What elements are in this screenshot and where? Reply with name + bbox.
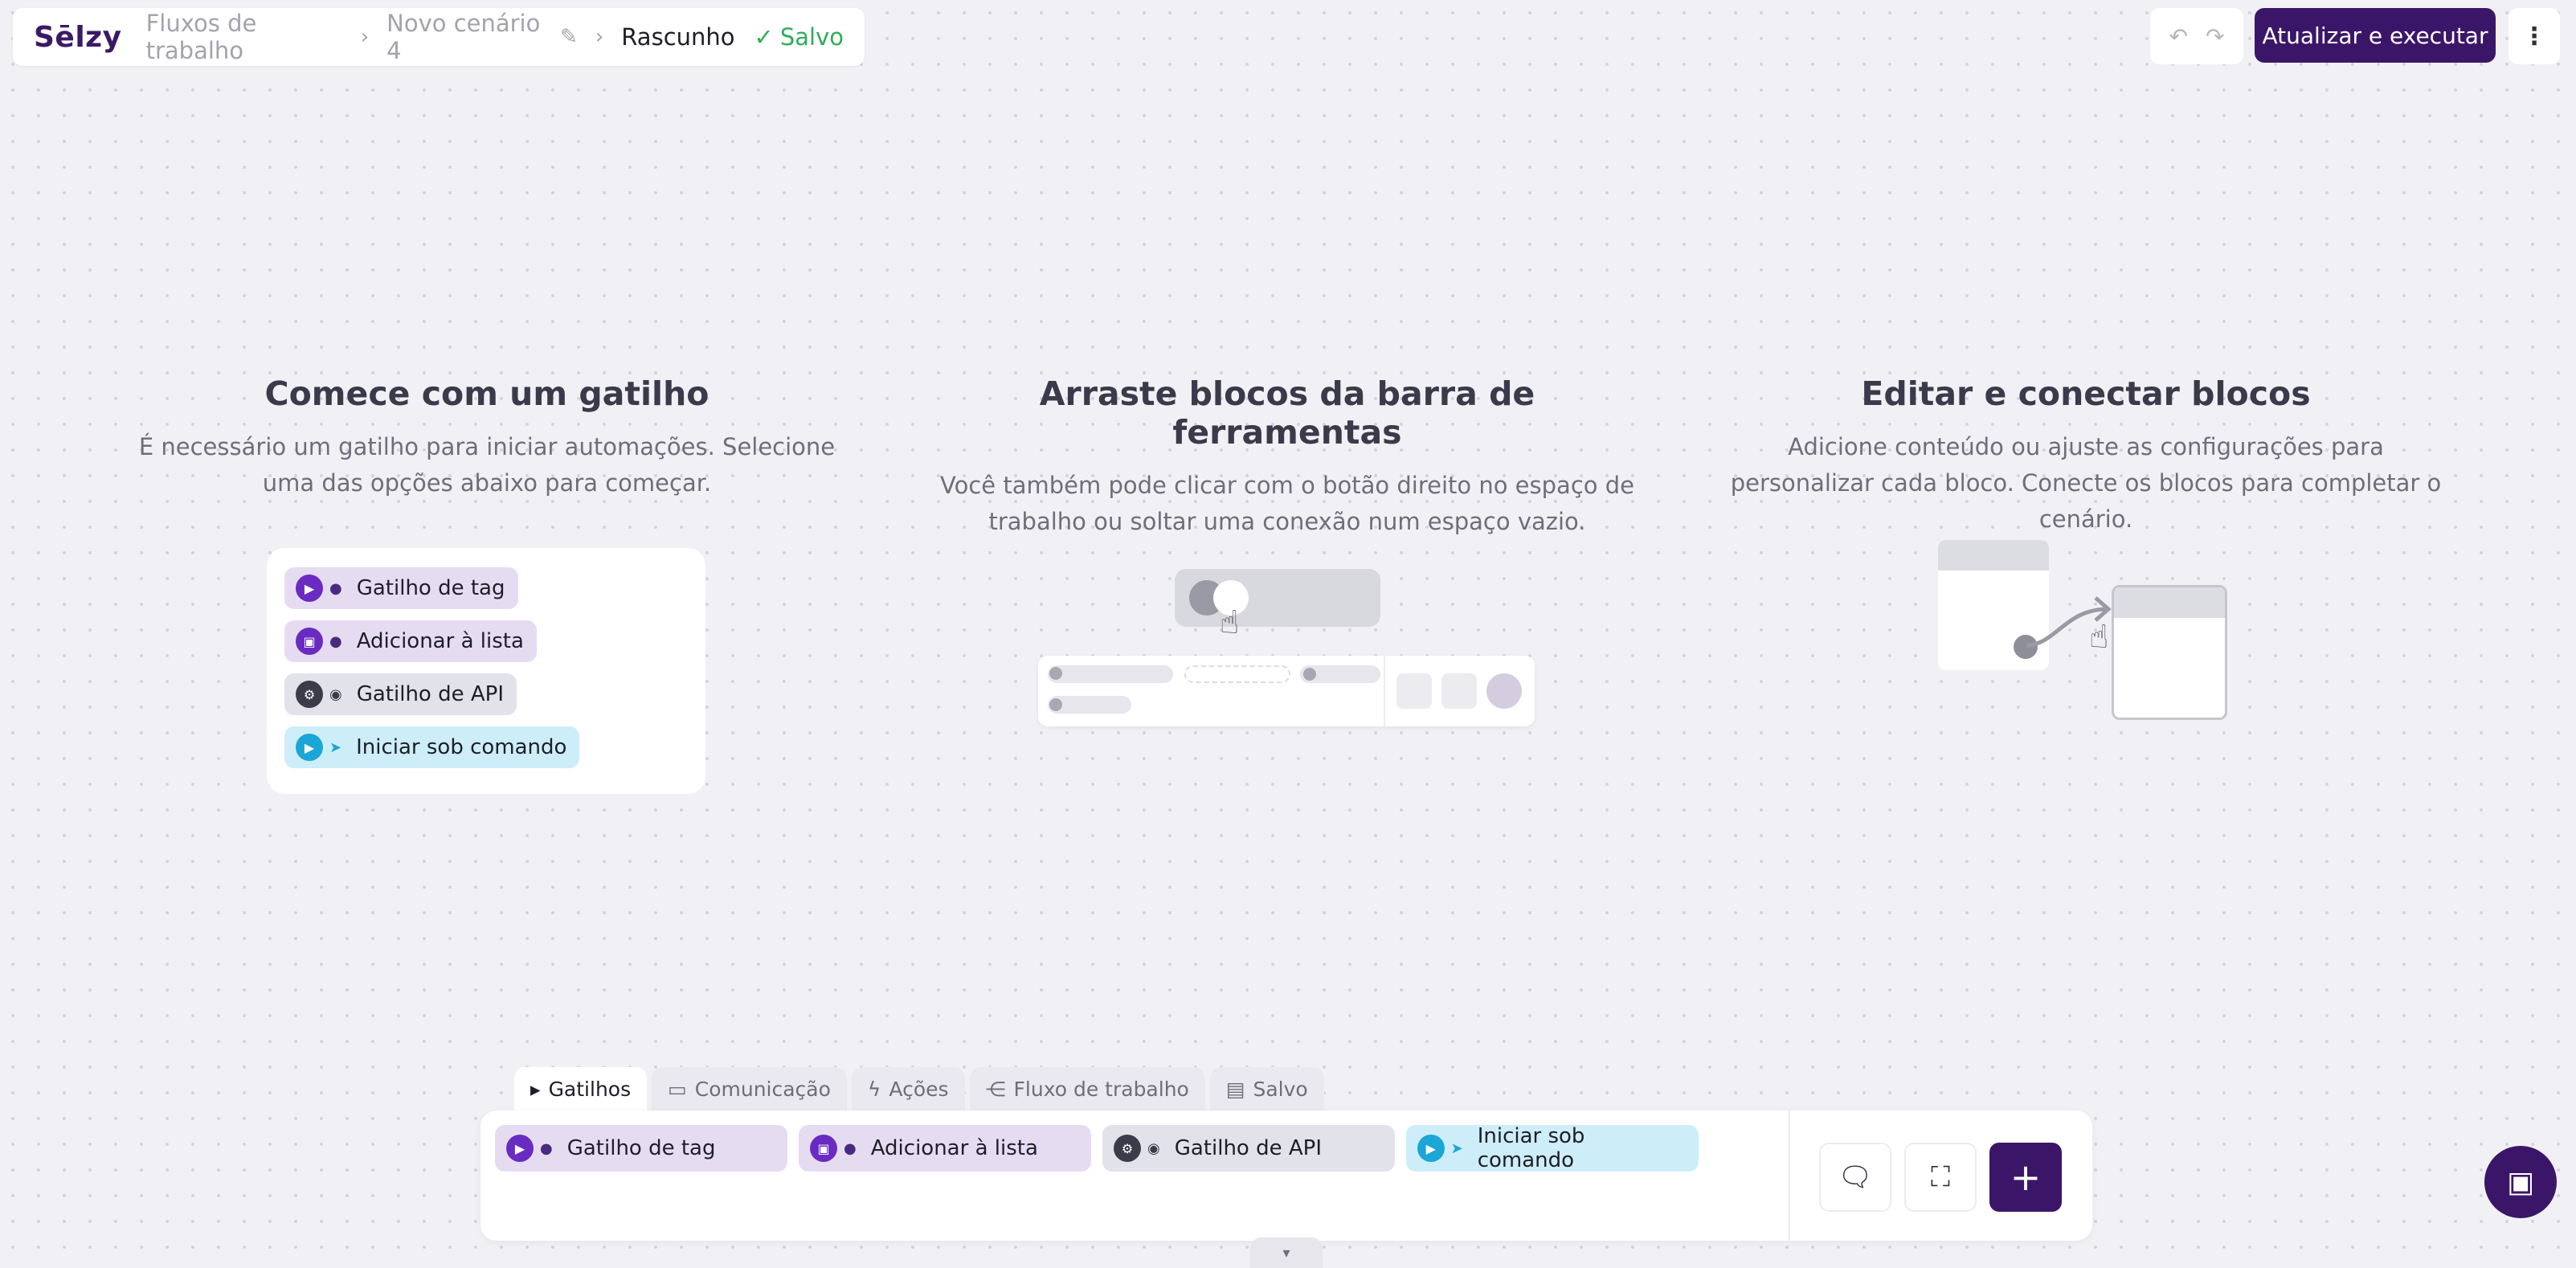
- tab-saved[interactable]: ▤ Salvo: [1209, 1067, 1324, 1111]
- add-block-button[interactable]: +: [1989, 1143, 2062, 1212]
- chip-tag-trigger[interactable]: ▶ ● Gatilho de tag: [284, 567, 518, 609]
- telegram-icon: ➤: [1450, 1139, 1463, 1157]
- toolbar-chip-api-trigger[interactable]: ⚙ ◉ Gatilho de API: [1102, 1125, 1395, 1172]
- chip-start-command[interactable]: ▶ ➤ Iniciar sob comando: [284, 726, 580, 768]
- intro-text: Você também pode clicar com o botão dire…: [940, 472, 1634, 535]
- chip-label: Adicionar à lista: [870, 1136, 1038, 1160]
- chip-label: Gatilho de API: [356, 682, 504, 706]
- chat-bubble-icon: ▣: [2506, 1165, 2534, 1199]
- draft-label: Rascunho: [621, 23, 735, 51]
- toolbar-tabs: ▸ Gatilhos ▭ Comunicação ϟ Ações ⋲ Fluxo de …: [514, 1067, 1324, 1111]
- update-run-button[interactable]: Atualizar e executar: [2255, 8, 2496, 63]
- comment-button[interactable]: 🗨: [1819, 1143, 1891, 1212]
- chip-label: Iniciar sob comando: [1477, 1124, 1585, 1172]
- intro-edit: Editar e conectar blocos Adicione conteú…: [1724, 374, 2447, 538]
- undo-redo-group: ↶ ↷: [2150, 8, 2243, 64]
- tab-actions[interactable]: ϟ Ações: [851, 1067, 965, 1111]
- hand-cursor-icon: ☝: [2089, 619, 2109, 656]
- toolbar-chip-tag-trigger[interactable]: ▶ ● Gatilho de tag: [495, 1125, 787, 1172]
- more-options-icon[interactable]: ⋮: [2509, 8, 2560, 64]
- selzy-logo[interactable]: Sēlzy: [34, 21, 122, 54]
- comment-icon: 🗨: [1838, 1161, 1873, 1193]
- chip-label: Iniciar sob comando: [356, 735, 567, 759]
- tab-triggers[interactable]: ▸ Gatilhos: [514, 1067, 648, 1111]
- fullscreen-icon: ⛶: [1931, 1161, 1950, 1193]
- chat-icon: ▭: [668, 1077, 687, 1101]
- circle-icon: ◉: [1147, 1139, 1160, 1157]
- redo-icon[interactable]: ↷: [2206, 23, 2224, 50]
- play-icon: ▸: [530, 1077, 541, 1101]
- add-to-list-icon: ▣: [810, 1135, 837, 1162]
- saved-label: Salvo: [779, 23, 844, 51]
- check-icon: ✓: [754, 23, 774, 51]
- intro-drag: Arraste blocos da barra de ferramentas V…: [926, 374, 1649, 540]
- telegram-icon: ➤: [329, 738, 342, 756]
- chevron-right-icon: ›: [595, 25, 604, 49]
- user-icon: ●: [329, 632, 342, 650]
- intro-text: Adicione conteúdo ou ajuste as configura…: [1730, 433, 2442, 533]
- tab-label: Salvo: [1253, 1077, 1308, 1101]
- help-chat-button[interactable]: ▣: [2484, 1146, 2557, 1218]
- fullscreen-button[interactable]: ⛶: [1904, 1143, 1977, 1212]
- tab-communication[interactable]: ▭ Comunicação: [652, 1067, 847, 1111]
- hand-cursor-icon: ☝: [1220, 604, 1240, 641]
- save-icon: ▤: [1225, 1077, 1245, 1101]
- user-icon: ●: [540, 1139, 553, 1157]
- blocks-toolbar: ▶ ● Gatilho de tag ▣ ● Adicionar à lista ⚙…: [480, 1111, 2092, 1241]
- chip-add-to-list[interactable]: ▣ ● Adicionar à lista: [284, 620, 537, 662]
- chip-api-trigger[interactable]: ⚙ ◉ Gatilho de API: [284, 673, 517, 715]
- collapse-toolbar-button[interactable]: ▾: [1250, 1237, 1323, 1268]
- toolbar-divider: [1789, 1111, 1790, 1241]
- tag-trigger-icon: ▶: [296, 575, 323, 602]
- intro-title: Editar e conectar blocos: [1861, 374, 2311, 413]
- start-command-icon: ▶: [1417, 1135, 1445, 1162]
- tag-trigger-icon: ▶: [506, 1135, 534, 1162]
- intro-text: É necessário um gatilho para iniciar aut…: [138, 433, 836, 497]
- tab-label: Gatilhos: [548, 1077, 632, 1101]
- workflow-icon: ⋲: [985, 1077, 1006, 1101]
- trigger-card: ▶ ● Gatilho de tag ▣ ● Adicionar à lista ⚙…: [267, 548, 705, 794]
- tab-label: Comunicação: [694, 1077, 831, 1101]
- chip-label: Gatilho de API: [1174, 1136, 1322, 1160]
- breadcrumb-workflows[interactable]: Fluxos de trabalho: [146, 10, 343, 64]
- undo-icon[interactable]: ↶: [2169, 23, 2188, 50]
- intro-trigger: Comece com um gatilho É necessário um ga…: [125, 374, 848, 501]
- circle-icon: ◉: [329, 685, 342, 703]
- toolbar-chip-start-command[interactable]: ▶ ➤ Iniciar sob comando: [1406, 1124, 1699, 1172]
- api-trigger-icon: ⚙: [296, 681, 323, 708]
- chip-label: Adicionar à lista: [356, 629, 524, 653]
- chip-label: Gatilho de tag: [566, 1136, 716, 1160]
- toggle-illustration: [1175, 569, 1380, 627]
- intro-title: Comece com um gatilho: [264, 374, 709, 413]
- user-icon: ●: [329, 579, 342, 597]
- tab-workflow[interactable]: ⋲ Fluxo de trabalho: [969, 1067, 1205, 1111]
- toolbar-illustration: [1038, 656, 1535, 726]
- start-command-icon: ▶: [296, 734, 323, 761]
- api-trigger-icon: ⚙: [1114, 1135, 1141, 1162]
- add-to-list-icon: ▣: [296, 628, 323, 655]
- chevron-down-icon: ▾: [1282, 1244, 1290, 1262]
- plus-icon: +: [2010, 1156, 2042, 1199]
- toolbar-chip-add-to-list[interactable]: ▣ ● Adicionar à lista: [799, 1125, 1091, 1172]
- tab-label: Ações: [889, 1077, 949, 1101]
- chevron-right-icon: ›: [360, 25, 370, 49]
- bolt-icon: ϟ: [867, 1077, 881, 1101]
- block-illustration: [2112, 585, 2227, 720]
- tab-label: Fluxo de trabalho: [1013, 1077, 1189, 1101]
- pencil-icon[interactable]: ✎: [560, 25, 578, 49]
- intro-title: Arraste blocos da barra de ferramentas: [1039, 374, 1535, 452]
- breadcrumb-bar: Sēlzy Fluxos de trabalho › Novo cenário …: [13, 8, 865, 66]
- saved-status: ✓ Salvo: [754, 23, 844, 51]
- breadcrumb-scenario[interactable]: Novo cenário 4: [386, 10, 547, 64]
- chip-label: Gatilho de tag: [356, 576, 505, 600]
- user-icon: ●: [844, 1139, 857, 1157]
